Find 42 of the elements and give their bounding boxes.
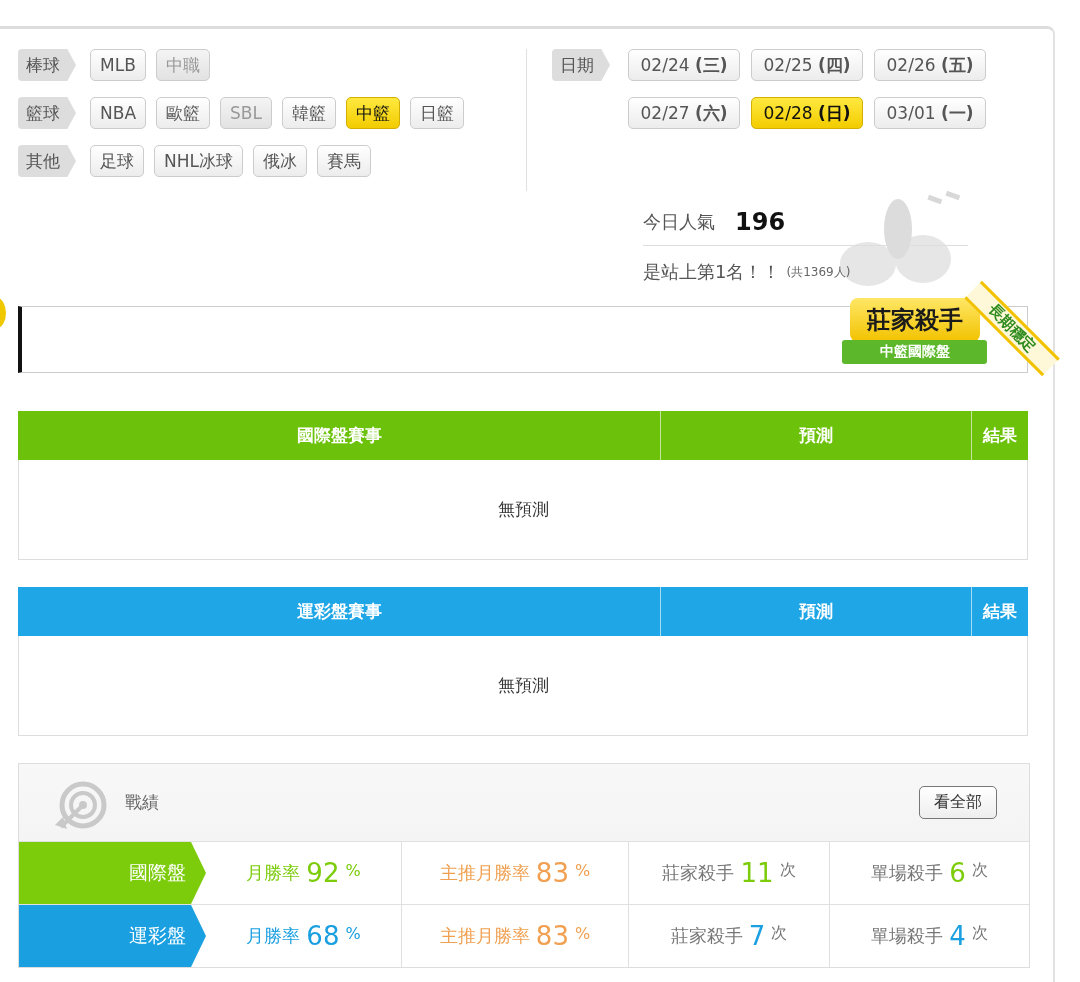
table-cell-text: 月勝率 68 % xyxy=(245,920,362,953)
league-button[interactable]: 日籃 xyxy=(409,97,464,129)
league-button[interactable]: 賽馬 xyxy=(317,145,371,177)
category-label: 籃球 xyxy=(18,97,76,129)
empty-message: 無預測 xyxy=(497,674,549,697)
empty-message: 無預測 xyxy=(497,498,549,521)
rank-text: 是站上第1名！！ xyxy=(643,260,781,284)
column-header: 運彩盤賽事 xyxy=(295,600,383,623)
date-button[interactable]: 02/26 (五) xyxy=(874,49,986,81)
league-button[interactable]: NBA xyxy=(90,97,146,129)
category-label: 棒球 xyxy=(18,49,76,81)
market-label: 國際盤 xyxy=(19,842,206,904)
league-button[interactable]: 俄冰 xyxy=(253,145,307,177)
column-header: 結果 xyxy=(971,587,1028,636)
market-label: 運彩盤 xyxy=(19,905,206,967)
view-all-button[interactable]: 看全部 xyxy=(919,786,997,819)
category-label: 其他 xyxy=(18,145,76,177)
popularity-label: 今日人氣 xyxy=(643,210,715,234)
popularity-count: 196 xyxy=(735,208,786,236)
date-button[interactable]: 02/28 (日) xyxy=(751,97,863,129)
column-header: 預測 xyxy=(660,411,971,460)
date-button[interactable]: 02/27 (六) xyxy=(628,97,740,129)
table-cell: 莊家殺手 7 次 xyxy=(628,905,829,967)
column-header: 結果 xyxy=(971,411,1028,460)
league-button[interactable]: 足球 xyxy=(90,145,144,177)
record-title: 戰績 xyxy=(125,791,160,814)
league-button[interactable]: 韓籃 xyxy=(281,97,336,129)
date-button[interactable]: 02/24 (三) xyxy=(628,49,740,81)
table-cell: 主推月勝率 83 % xyxy=(401,905,628,967)
date-button[interactable]: 03/01 (一) xyxy=(874,97,986,129)
column-header: 國際盤賽事 xyxy=(295,424,383,447)
total-count: (共1369人) xyxy=(786,263,851,281)
league-button[interactable]: NHL冰球 xyxy=(154,145,243,177)
badge-subtitle: 中籃國際盤 xyxy=(842,340,987,364)
table-cell: 單場殺手 4 次 xyxy=(829,905,1029,967)
table-cell-text: 月勝率 92 % xyxy=(245,857,362,890)
league-button[interactable]: 中籃 xyxy=(345,97,400,129)
league-button[interactable]: 歐籃 xyxy=(156,97,210,129)
date-label: 日期 xyxy=(552,49,610,81)
column-header: 預測 xyxy=(660,587,971,636)
date-button[interactable]: 02/25 (四) xyxy=(751,49,863,81)
league-button[interactable]: MLB xyxy=(90,49,146,81)
